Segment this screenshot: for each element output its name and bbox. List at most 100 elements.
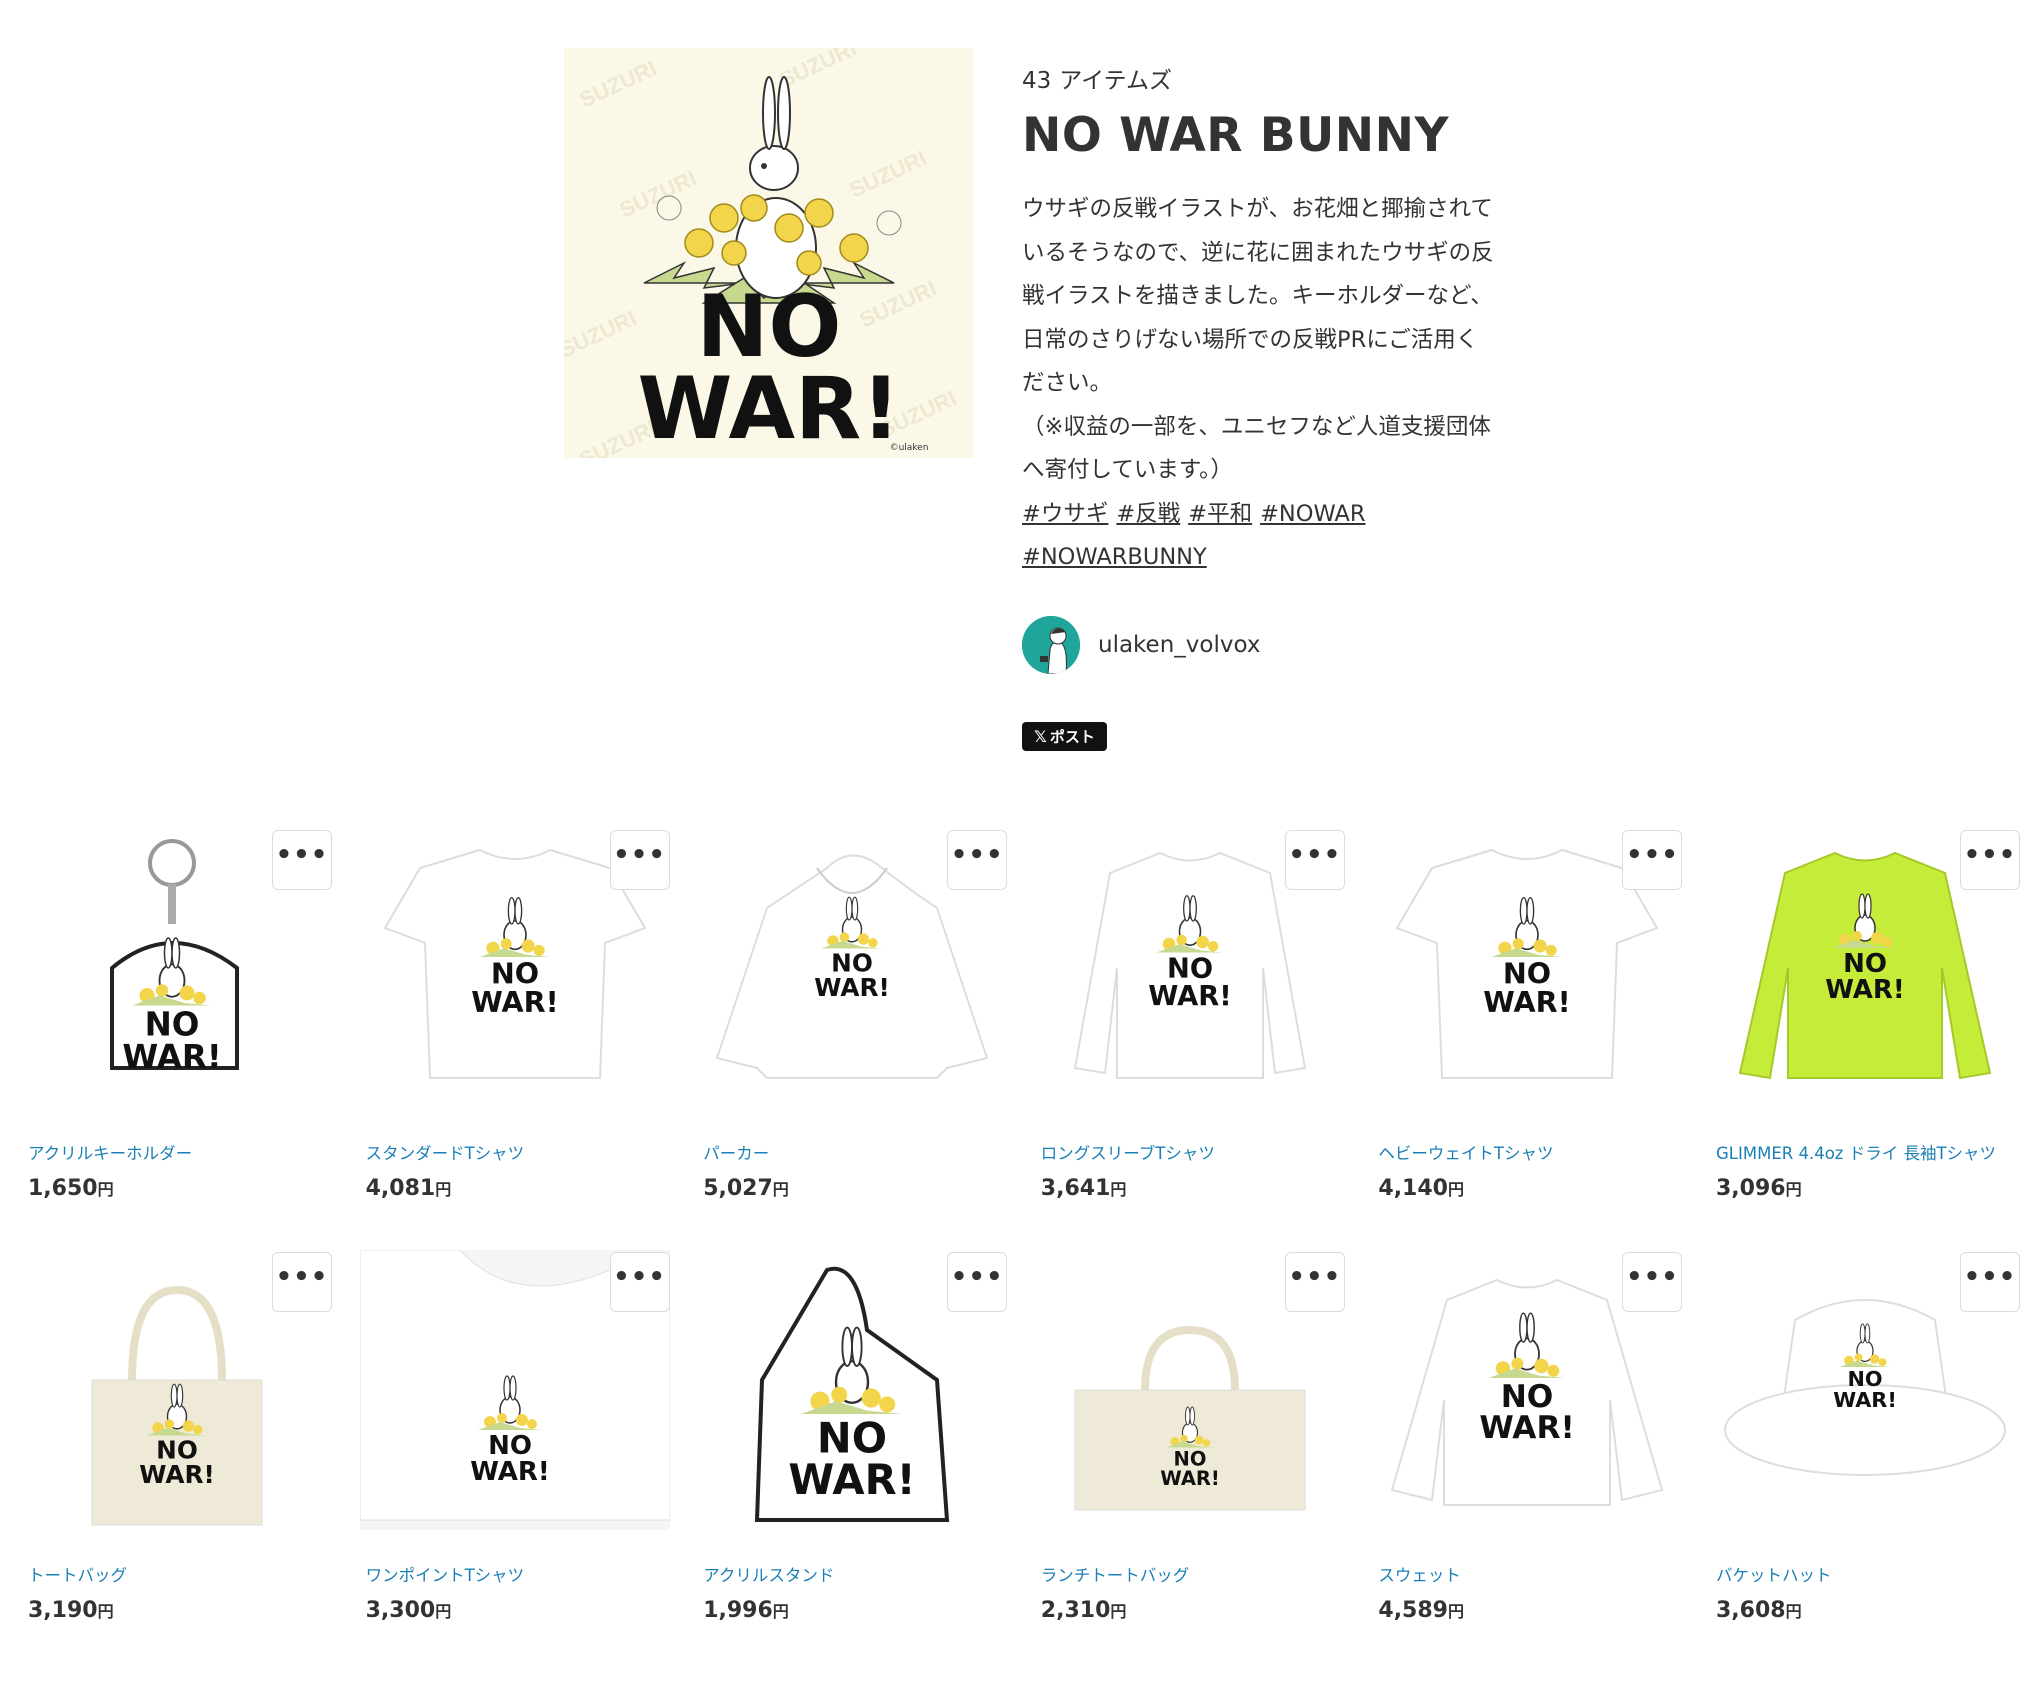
more-options-label: ••• [1625,840,1679,870]
currency-suffix: 円 [772,1602,789,1621]
product-name[interactable]: ロングスリーブTシャツ [1041,1140,1215,1164]
price-value: 1,650 [28,1176,98,1201]
description-line: ウサギの反戦イラストが、お花畑と揶揄されて [1022,196,1493,222]
currency-suffix: 円 [1110,1180,1127,1199]
more-options-label: ••• [950,840,1004,870]
currency-suffix: 円 [1110,1602,1127,1621]
more-options-button[interactable]: ••• [947,830,1008,890]
tag-link-nowar[interactable]: #NOWAR [1260,501,1365,527]
avatar[interactable] [1022,615,1080,674]
user-name[interactable]: ulaken_volvox [1098,632,1260,658]
description-line: ださい。 [1022,370,1113,396]
price-value: 4,140 [1378,1176,1448,1201]
product-name[interactable]: ヘビーウェイトTシャツ [1378,1140,1553,1164]
more-options-button[interactable]: ••• [609,830,670,890]
price-value: 3,641 [1040,1176,1111,1201]
price-value: 3,096 [1716,1176,1786,1201]
currency-suffix: 円 [1785,1180,1802,1199]
product-name[interactable]: バケットハット [1716,1562,1832,1586]
more-options-label: ••• [275,840,329,870]
x-post-button[interactable]: 𝕏 ポスト [1022,721,1107,751]
post-button-label: ポスト [1049,727,1095,746]
product-price: 3,190円 [28,1598,114,1623]
product-name[interactable]: GLIMMER 4.4oz ドライ 長袖Tシャツ [1716,1140,1996,1164]
more-options-button[interactable]: ••• [947,1252,1008,1312]
currency-suffix: 円 [1447,1180,1464,1199]
item-count-number: 43 [1022,68,1052,94]
product-card[interactable]: NO WAR! ••• アクリルキーホルダー 1,650円 [22,828,332,1228]
product-name[interactable]: トートバッグ [28,1562,127,1586]
collection-description: ウサギの反戦イラストが、お花畑と揶揄されて いるそうなので、逆に花に囲まれたウサ… [1022,188,1542,493]
product-name[interactable]: スタンダードTシャツ [366,1140,525,1164]
product-price: 4,140円 [1378,1176,1464,1201]
page-title: NO WAR BUNNY [1022,108,1450,163]
more-options-button[interactable]: ••• [1960,830,2020,890]
price-value: 3,608 [1716,1598,1786,1623]
more-options-button[interactable]: ••• [1622,1252,1683,1312]
more-options-label: ••• [950,1262,1004,1292]
product-name[interactable]: アクリルキーホルダー [28,1140,192,1164]
more-options-label: ••• [613,1262,667,1292]
currency-suffix: 円 [97,1180,114,1199]
price-value: 4,081 [365,1176,436,1201]
item-count: 43 アイテムズ [1022,66,1582,96]
more-options-label: ••• [275,1262,329,1292]
product-card[interactable]: NO WAR! ••• バケットハット 3,608円 [1710,1250,2020,1650]
product-name[interactable]: スウェット [1378,1562,1461,1586]
product-card[interactable]: NO WAR! ••• ヘビーウェイトTシャツ 4,140円 [1372,828,1683,1228]
product-card[interactable]: NO WAR! ••• アクリルスタンド 1,996円 [697,1250,1008,1650]
item-count-label: アイテムズ [1059,68,1172,94]
price-value: 4,589 [1378,1598,1448,1623]
product-card[interactable]: NO WAR! ••• ロングスリーブTシャツ 3,641円 [1035,828,1345,1228]
price-value: 5,027 [703,1176,773,1201]
svg-text:WAR!: WAR! [1484,985,1571,1019]
product-price: 2,310円 [1041,1598,1127,1623]
svg-text:WAR!: WAR! [1833,1388,1897,1412]
more-options-button[interactable]: ••• [272,1252,332,1312]
more-options-label: ••• [1288,840,1342,870]
product-name[interactable]: パーカー [703,1140,769,1164]
product-card[interactable]: NO WAR! ••• パーカー 5,027円 [697,828,1008,1228]
more-options-button[interactable]: ••• [1284,1252,1345,1312]
svg-text:WAR!: WAR! [1825,975,1905,1005]
product-price: 4,589円 [1378,1598,1464,1623]
more-options-button[interactable]: ••• [272,830,332,890]
more-options-button[interactable]: ••• [609,1252,670,1312]
product-card[interactable]: NO WAR! ••• ワンポイントTシャツ 3,300円 [359,1250,670,1650]
product-card[interactable]: NO WAR! ••• スタンダードTシャツ 4,081円 [360,828,670,1228]
product-price: 5,027円 [703,1176,789,1201]
price-value: 1,996 [703,1598,773,1623]
tag-link-hansen[interactable]: #反戦 [1116,501,1180,527]
svg-text:WAR!: WAR! [122,1038,221,1076]
description-line: へ寄付しています。） [1022,457,1233,483]
product-price: 4,081円 [366,1176,452,1201]
more-options-button[interactable]: ••• [1284,830,1345,890]
product-card[interactable]: NO WAR! ••• ランチトートバッグ 2,310円 [1035,1250,1345,1650]
product-price: 1,996円 [703,1598,789,1623]
price-value: 2,310 [1040,1598,1111,1623]
product-card[interactable]: NO WAR! ••• トートバッグ 3,190円 [22,1250,332,1650]
svg-text:WAR!: WAR! [789,1455,916,1504]
more-options-button[interactable]: ••• [1622,830,1683,890]
price-value: 3,190 [28,1598,98,1623]
user-link[interactable]: ulaken_volvox [1022,615,1582,674]
product-price: 3,608円 [1716,1598,1802,1623]
currency-suffix: 円 [772,1180,789,1199]
product-name[interactable]: ワンポイントTシャツ [366,1562,525,1586]
product-card[interactable]: NO WAR! ••• スウェット 4,589円 [1372,1250,1683,1650]
tag-link-nowarbunny[interactable]: #NOWARBUNNY [1022,544,1207,570]
product-name[interactable]: アクリルスタンド [703,1562,834,1586]
more-options-button[interactable]: ••• [1960,1252,2020,1312]
description-line: 日常のさりげない場所での反戦PRにご活用く [1022,326,1479,353]
product-price: 3,641円 [1041,1176,1127,1201]
svg-text:©ulaken: ©ulaken [890,443,929,453]
product-price: 3,096円 [1716,1176,1802,1201]
collection-artwork: SUZURI SUZURI SUZURI SUZURI SUZURI SUZUR… [564,48,974,458]
product-card[interactable]: NO WAR! ••• GLIMMER 4.4oz ドライ 長袖Tシャツ 3,0… [1710,828,2020,1228]
currency-suffix: 円 [435,1602,452,1621]
tag-link-heiwa[interactable]: #平和 [1188,501,1252,527]
product-name[interactable]: ランチトートバッグ [1041,1562,1190,1586]
tag-link-usagi[interactable]: #ウサギ [1022,501,1108,527]
currency-suffix: 円 [97,1602,114,1621]
more-options-label: ••• [1963,840,2017,870]
